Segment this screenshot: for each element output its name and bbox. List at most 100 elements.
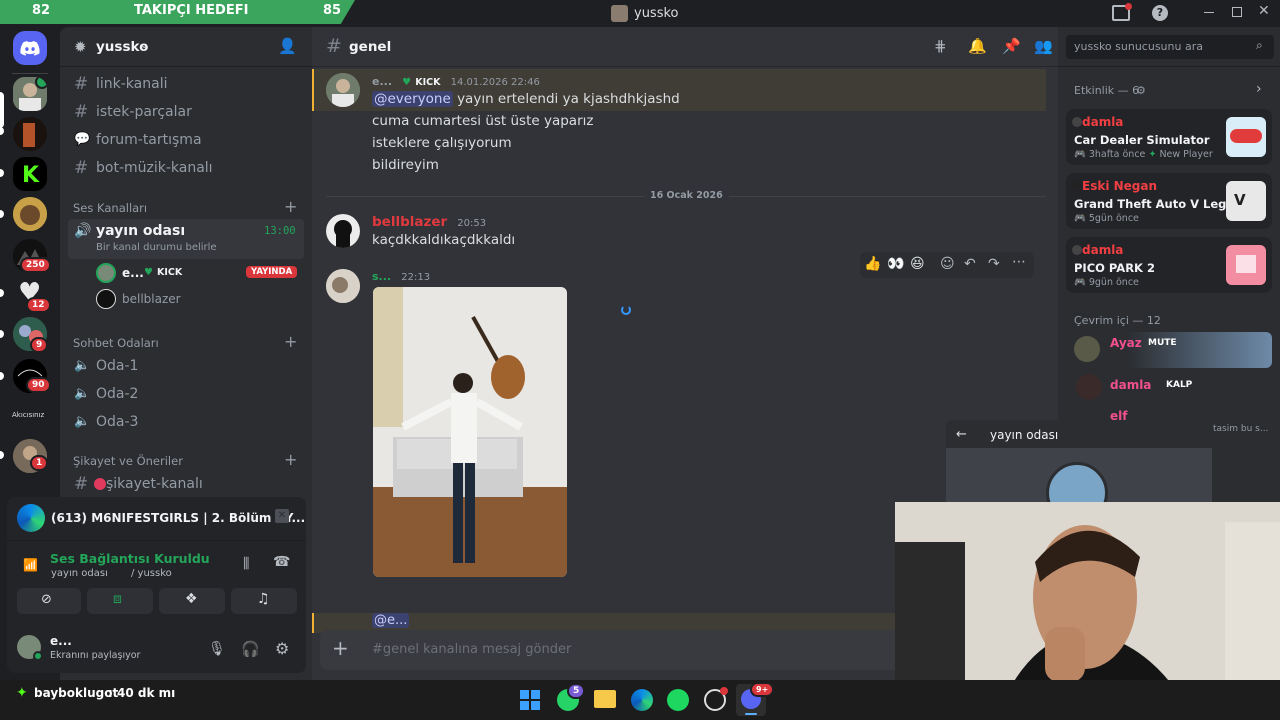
avatar[interactable] xyxy=(17,635,43,661)
threads-icon[interactable]: ⋕ xyxy=(934,37,947,55)
voice-room-oda-1[interactable]: 🔈 Oda-1 xyxy=(68,354,304,380)
room-label: Oda-1 xyxy=(96,358,139,374)
thumbs-up-icon[interactable]: 👍 xyxy=(864,256,881,272)
server-header[interactable]: ✹ yussko ⌄ 👤 xyxy=(60,27,312,67)
windows-start-icon[interactable] xyxy=(520,690,540,710)
unread-badge: 9 xyxy=(30,337,49,353)
noise-icon[interactable]: ⫼ xyxy=(243,556,249,572)
edge-icon[interactable] xyxy=(631,689,653,711)
message-author[interactable]: s... xyxy=(372,270,391,283)
add-reaction-icon[interactable]: ☺ xyxy=(940,256,955,272)
user-mention[interactable]: @e... xyxy=(372,613,410,628)
channel-bot-muzik-kanali[interactable]: # bot-müzik-kanalı xyxy=(68,156,304,182)
channel-forum-tartisma[interactable]: 💬 forum-tartışma xyxy=(68,128,304,154)
bell-icon[interactable]: 🔔 xyxy=(968,37,987,55)
heart-icon: ♥ xyxy=(402,77,412,88)
microphone-icon[interactable]: 🎙 xyxy=(208,641,226,657)
voice-location[interactable]: yayın odası xyxy=(51,568,108,579)
message-author[interactable]: e... xyxy=(372,75,392,88)
back-arrow-icon[interactable]: ← xyxy=(956,427,967,442)
voice-server[interactable]: / yussko xyxy=(131,568,172,579)
spotify-icon[interactable] xyxy=(667,689,689,711)
avatar[interactable] xyxy=(96,289,116,309)
close-icon[interactable]: ✕ xyxy=(1258,3,1270,19)
whatsapp-icon[interactable]: 5 xyxy=(557,683,586,711)
member-side-text: tasim bu s... xyxy=(1213,424,1269,434)
activity-card[interactable]: damla Car Dealer Simulator 🎮 3hafta önce… xyxy=(1066,109,1272,165)
kick-server-icon[interactable]: K xyxy=(13,157,47,191)
user-name[interactable]: e... xyxy=(50,634,72,648)
chat-category-label[interactable]: Sohbet Odaları xyxy=(73,336,159,350)
voice-user-name[interactable]: e... xyxy=(122,266,144,280)
voice-channel-yayin-odasi[interactable]: 🔊 yayın odası 13:00 Bir kanal durumu bel… xyxy=(68,219,304,259)
server-icon-4[interactable] xyxy=(13,197,47,231)
channel-istek-parcalar[interactable]: # istek-parçalar xyxy=(68,100,304,126)
avatar[interactable] xyxy=(326,269,360,303)
voice-category-label[interactable]: Ses Kanalları xyxy=(73,201,147,215)
maximize-icon[interactable] xyxy=(1232,7,1242,17)
inbox-icon[interactable] xyxy=(1112,3,1132,21)
search-input[interactable]: yussko sunucusunu ara ⌕ xyxy=(1066,35,1274,59)
hash-icon: # xyxy=(74,474,89,494)
taskbar: ✦ bayboklugot : 40 dk mı 5 9+ xyxy=(0,680,1280,720)
server-icon-yussko[interactable] xyxy=(13,77,47,111)
forward-icon[interactable]: ↷ xyxy=(988,256,1000,272)
obs-icon[interactable] xyxy=(704,687,728,711)
headphones-icon[interactable]: 🎧 xyxy=(241,640,260,658)
laughing-icon[interactable]: 😆 xyxy=(910,256,925,272)
voice-room-oda-3[interactable]: 🔈 Oda-3 xyxy=(68,410,304,436)
screen-share-button[interactable]: ⧈ xyxy=(87,588,153,614)
user-status[interactable]: Ekranını paylaşıyor xyxy=(50,650,140,661)
avatar[interactable] xyxy=(96,263,116,283)
help-icon[interactable]: ? xyxy=(1152,5,1168,21)
add-channel-icon[interactable]: + xyxy=(284,197,297,216)
add-user-icon[interactable]: 👤 xyxy=(278,37,297,55)
more-icon[interactable]: ⋯ xyxy=(1012,254,1026,270)
activity-card[interactable]: damla PICO PARK 2 🎮 9gün önce xyxy=(1066,237,1272,293)
activities-button[interactable]: ❖ xyxy=(159,588,225,614)
member-item[interactable]: Ayaz MUTE xyxy=(1066,332,1272,368)
settings-gear-icon[interactable]: ⚙ xyxy=(275,639,289,658)
room-label: Oda-3 xyxy=(96,414,139,430)
unread-badge: 1 xyxy=(30,455,49,471)
camera-button[interactable]: ⊘ xyxy=(17,588,81,614)
voice-channel-status[interactable]: Bir kanal durumu belirle xyxy=(96,242,217,253)
avatar[interactable] xyxy=(326,214,360,248)
close-icon[interactable]: ✕ xyxy=(275,509,289,523)
media-activity[interactable]: (613) M6NIFESTGIRLS | 2. Bölüm - Y... ✕ xyxy=(7,497,306,541)
server-icon-2[interactable] xyxy=(13,117,47,151)
channel-sikayet-kanali[interactable]: # şikayet-kanalı xyxy=(68,472,304,498)
pin-icon[interactable]: 📌 xyxy=(1002,37,1021,55)
reply-icon[interactable]: ↶ xyxy=(964,256,976,272)
disconnect-icon[interactable]: ☎ xyxy=(273,554,290,570)
avatar[interactable] xyxy=(326,73,360,107)
add-channel-icon[interactable]: + xyxy=(284,450,297,469)
gear-icon[interactable]: ⚙ xyxy=(1136,84,1146,97)
camera-off-icon: ⊘ xyxy=(41,592,52,607)
channel-link-kanali[interactable]: # link-kanali xyxy=(68,72,304,98)
message-author[interactable]: bellblazer xyxy=(372,214,447,230)
soundboard-button[interactable]: ♫ xyxy=(231,588,297,614)
chat-message[interactable]: e... ♥ KICK 14.01.2026 22:46 @everyone y… xyxy=(312,69,1046,177)
add-channel-icon[interactable]: + xyxy=(284,332,297,351)
image-attachment[interactable] xyxy=(373,287,567,577)
message-line: yayın ertelendi ya kjashdhkjashd xyxy=(457,91,680,107)
eyes-icon[interactable]: 👀 xyxy=(887,256,904,272)
chevron-right-icon[interactable]: › xyxy=(1256,81,1262,97)
everyone-mention[interactable]: @everyone xyxy=(372,91,453,107)
file-explorer-icon[interactable] xyxy=(594,690,616,708)
complaint-category-label[interactable]: Şikayet ve Öneriler xyxy=(73,454,183,468)
add-attachment-icon[interactable]: + xyxy=(332,636,349,660)
stream-popup[interactable]: ← yayın odası xyxy=(946,420,1212,524)
chat-message[interactable]: bellblazer 20:53 kaçdkkaldıkaçdkkaldı xyxy=(312,212,1046,252)
member-item[interactable]: damla KALP xyxy=(1066,372,1272,404)
server-icon-text[interactable]: Akıcısınız xyxy=(10,399,50,433)
activity-card[interactable]: Eski Negan Grand Theft Auto V Legacy 🎮 5… xyxy=(1066,173,1272,229)
voice-room-oda-2[interactable]: 🔈 Oda-2 xyxy=(68,382,304,408)
voice-user-name[interactable]: bellblazer xyxy=(122,292,181,306)
minimize-icon[interactable] xyxy=(1204,12,1214,13)
discord-taskbar-button[interactable]: 9+ xyxy=(736,682,775,716)
discord-home-icon[interactable] xyxy=(13,31,47,65)
member-list-icon[interactable]: 👥 xyxy=(1034,37,1053,55)
voice-status[interactable]: Ses Bağlantısı Kuruldu xyxy=(50,551,210,566)
